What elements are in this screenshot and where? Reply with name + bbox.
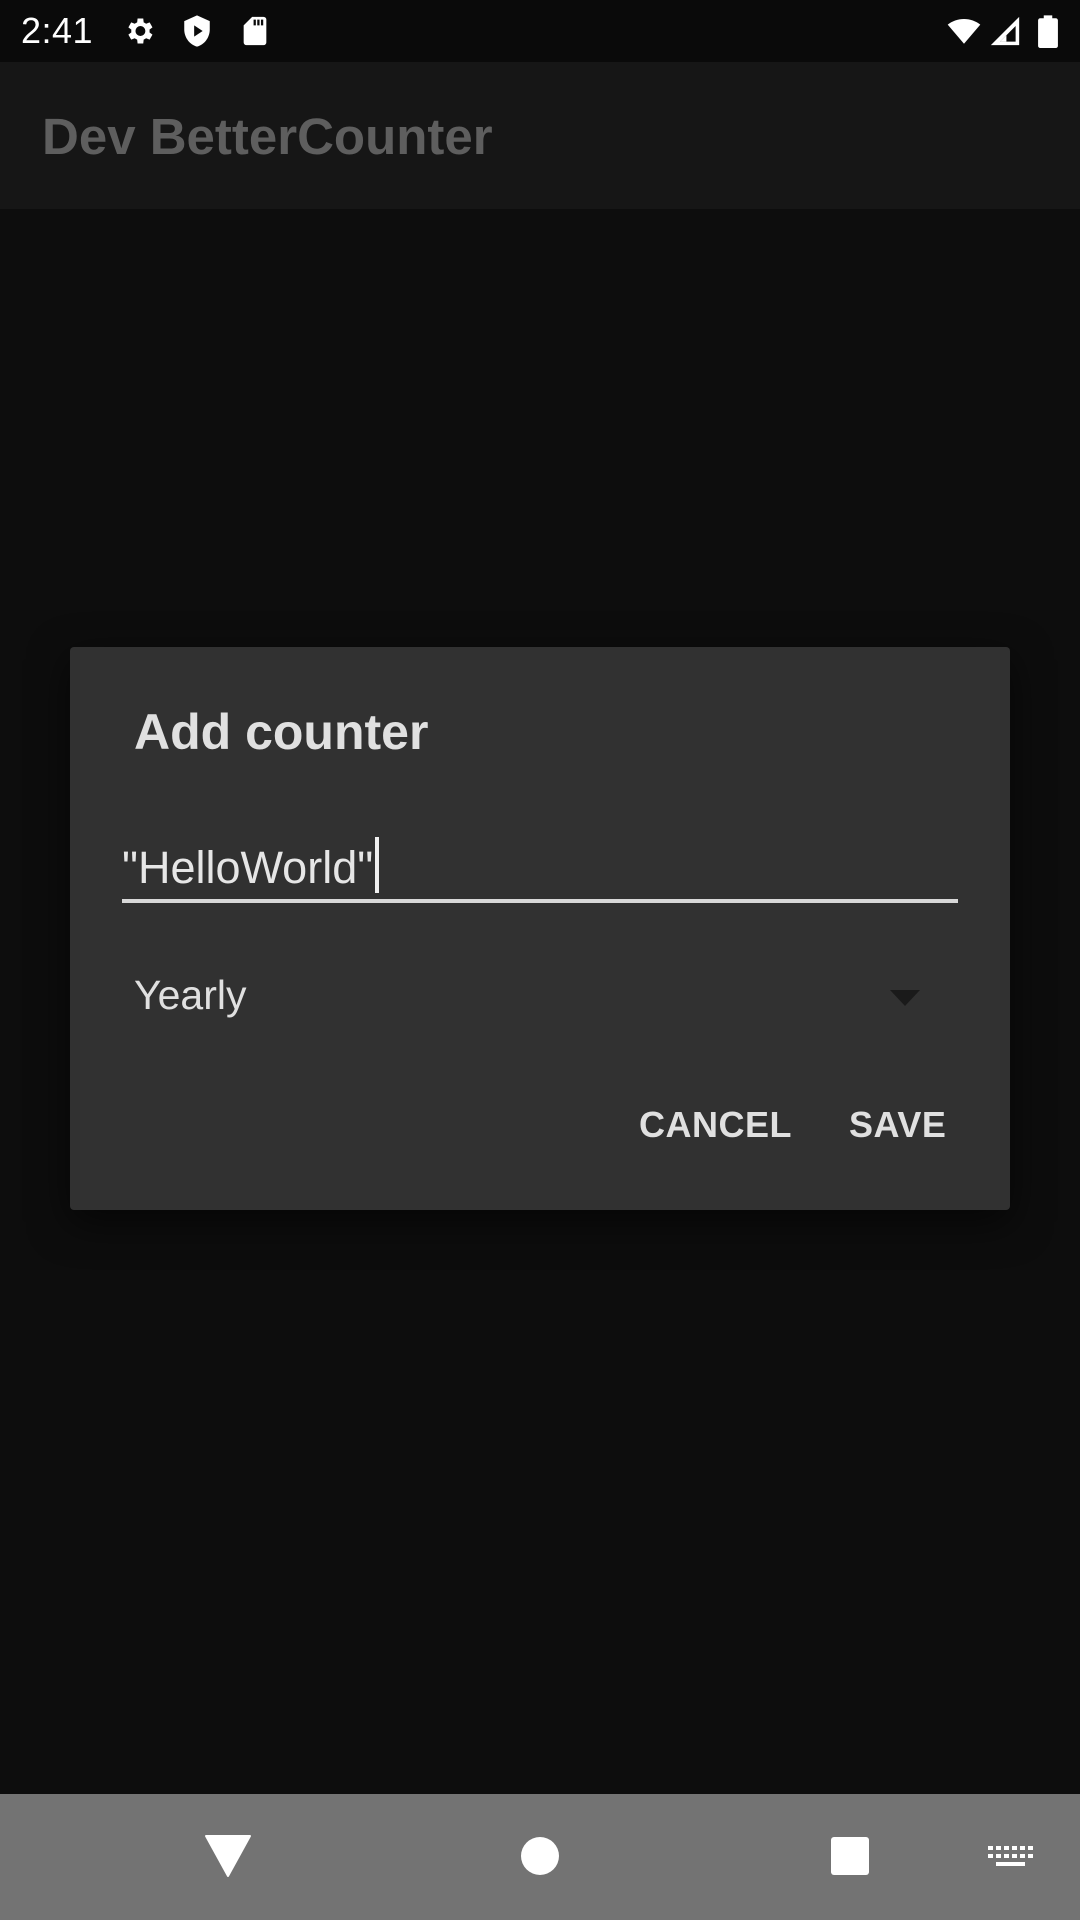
dialog-title: Add counter [134,704,429,760]
save-button[interactable]: SAVE [849,1104,946,1146]
counter-name-field[interactable]: "HelloWorld" [122,827,958,907]
recents-icon[interactable] [818,1824,882,1888]
app-bar: Dev BetterCounter [0,62,1080,209]
back-icon[interactable] [196,1824,260,1888]
keyboard-icon[interactable] [976,1824,1046,1888]
home-icon[interactable] [508,1824,572,1888]
field-underline [122,899,958,903]
dropdown-arrow-icon [890,990,920,1006]
cellular-signal-icon [988,14,1022,48]
battery-icon [1034,14,1062,48]
status-bar: 2:41 [0,0,1080,62]
add-counter-dialog: Add counter "HelloWorld" Yearly CANCEL S… [70,647,1010,1210]
counter-name-value: "HelloWorld" [122,842,374,893]
navigation-bar [0,1794,1080,1920]
app-title: Dev BetterCounter [42,108,493,165]
interval-selected-value: Yearly [134,972,247,1018]
cancel-button[interactable]: CANCEL [639,1104,792,1146]
wifi-icon [944,14,984,48]
interval-dropdown[interactable]: Yearly [122,952,958,1042]
shield-play-icon [180,14,214,48]
counter-name-input[interactable]: "HelloWorld" [122,837,380,894]
gear-icon [122,14,156,48]
status-time: 2:41 [21,10,94,51]
text-cursor [375,837,380,893]
sd-card-icon [238,14,272,48]
screen: 2:41 Dev BetterCounter Add counter "Hell… [0,0,1080,1920]
